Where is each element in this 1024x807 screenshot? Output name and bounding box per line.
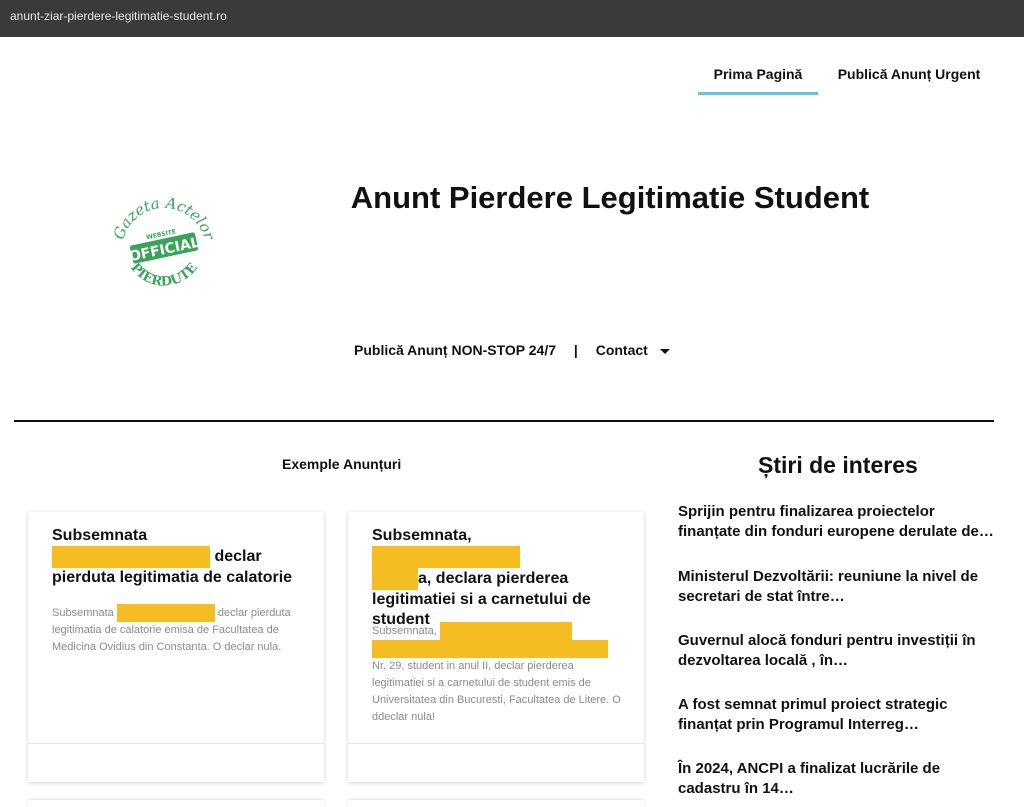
- redaction-block: [372, 640, 608, 658]
- redaction-block: [372, 546, 520, 568]
- redaction-block: [116, 604, 215, 622]
- news-item[interactable]: Guvernul alocă fonduri pentru investiții…: [678, 631, 998, 671]
- ad-card-excerpt: Subsemnata declar pierduta legitimatia d…: [52, 604, 304, 656]
- ad-card-excerpt-start: Subsemnata: [52, 606, 114, 619]
- ad-card-title-start: Subsemnata,: [372, 527, 472, 544]
- ad-card-title[interactable]: Subsemnata, a, declara pierderea legitim…: [372, 526, 624, 630]
- nav-urgent-publish[interactable]: Publică Anunț Urgent: [834, 56, 984, 92]
- ad-card-title-start: Subsemnata: [52, 527, 148, 544]
- page-title: Anunt Pierdere Legitimatie Student: [350, 180, 870, 215]
- ad-card-footer: [28, 743, 324, 782]
- ad-card[interactable]: Subsemnata, a, declara pierderea legitim…: [348, 512, 644, 782]
- ad-card[interactable]: Subsemnata declar pierduta legitimatia d…: [28, 512, 324, 782]
- secondary-nav: Publică Anunț NON-STOP 24/7 | Contact: [354, 342, 670, 358]
- ad-card-footer: [348, 743, 644, 782]
- redaction-block: [52, 546, 210, 568]
- nav-home[interactable]: Prima Pagină: [698, 56, 818, 95]
- svg-text:PIERDUTE: PIERDUTE: [127, 260, 201, 289]
- redaction-block: [372, 568, 418, 590]
- logo-bottom-text: PIERDUTE: [127, 260, 201, 289]
- ad-card-title[interactable]: Subsemnata declar pierduta legitimatia d…: [52, 526, 304, 588]
- news-item[interactable]: A fost semnat primul proiect strategic f…: [678, 695, 998, 735]
- section-divider: [14, 420, 994, 422]
- browser-bar: anunt-ziar-pierdere-legitimatie-student.…: [0, 0, 1024, 37]
- nav-separator: |: [573, 342, 578, 358]
- news-item[interactable]: Ministerul Dezvoltării: reuniune la nive…: [678, 567, 998, 607]
- news-item[interactable]: În 2024, ANCPI a finalizat lucrările de …: [678, 759, 998, 799]
- chevron-down-icon: [659, 348, 670, 354]
- gazeta-logo[interactable]: Gazeta Actelor OFFICIAL WEBSITE PIERDUTE: [108, 196, 220, 300]
- ad-card-partial: [348, 800, 644, 807]
- news-item[interactable]: Sprijin pentru finalizarea proiectelor f…: [678, 502, 998, 542]
- ad-card-excerpt: Subsemnata, Nr. 29, student in anul II, …: [372, 622, 624, 726]
- next-cards-row: [28, 800, 644, 807]
- news-heading: Știri de interes: [758, 452, 918, 478]
- url-text[interactable]: anunt-ziar-pierdere-legitimatie-student.…: [10, 0, 227, 33]
- ad-card-partial: [28, 800, 324, 807]
- ad-card-excerpt-end: Nr. 29, student in anul II, declar pierd…: [372, 660, 621, 723]
- nav-publish-nonstop[interactable]: Publică Anunț NON-STOP 24/7: [354, 342, 556, 358]
- nav-contact[interactable]: Contact: [596, 342, 670, 358]
- nav-contact-label: Contact: [595, 342, 648, 358]
- redaction-block: [439, 622, 572, 640]
- examples-heading: Exemple Anunțuri: [282, 456, 402, 472]
- ad-card-excerpt-start: Subsemnata,: [372, 624, 437, 637]
